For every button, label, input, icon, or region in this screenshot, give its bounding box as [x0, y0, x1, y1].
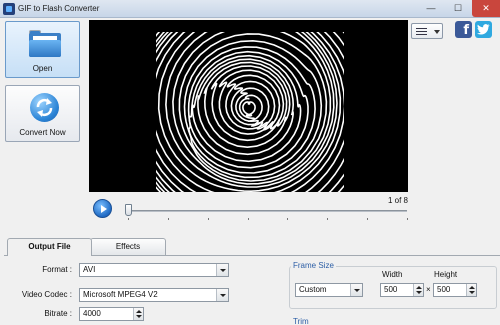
folder-icon [29, 30, 61, 57]
slider-tick [248, 218, 249, 220]
maximize-button[interactable]: ☐ [445, 0, 471, 17]
format-label: Format : [42, 265, 72, 274]
slider-tick [367, 218, 368, 220]
stepper-arrows-icon[interactable] [466, 284, 476, 296]
bitrate-label: Bitrate : [44, 309, 72, 318]
tab-effects[interactable]: Effects [90, 238, 166, 255]
frame-size-preset-select[interactable]: Custom [295, 283, 363, 297]
play-button[interactable] [93, 199, 112, 218]
minimize-button[interactable]: — [418, 0, 444, 17]
open-button-label: Open [32, 64, 53, 73]
trim-title: Trim [291, 317, 311, 325]
twitter-icon[interactable] [475, 21, 492, 38]
chevron-down-icon [434, 30, 440, 34]
chevron-down-icon [216, 264, 228, 276]
height-value: 500 [437, 285, 451, 294]
slider-tick [168, 218, 169, 220]
close-button[interactable]: ✕ [472, 0, 500, 17]
frame-size-title: Frame Size [291, 261, 336, 270]
chevron-down-icon [216, 289, 228, 301]
list-view-icon [416, 28, 427, 36]
spiral-animation-frame [156, 32, 344, 192]
title-bar: GIF to Flash Converter — ☐ ✕ [0, 0, 500, 18]
stepper-arrows-icon[interactable] [413, 284, 423, 296]
convert-now-button[interactable]: Convert Now [5, 85, 80, 142]
height-label: Height [434, 270, 458, 279]
video-codec-select[interactable]: Microsoft MPEG4 V2 [79, 288, 229, 302]
spiral-ring [157, 32, 338, 192]
gif-preview [89, 20, 408, 192]
slider-tick [287, 218, 288, 220]
open-button[interactable]: Open [5, 21, 80, 78]
tab-output-file[interactable]: Output File [7, 238, 92, 256]
facebook-icon[interactable]: f [455, 21, 472, 38]
stepper-arrows-icon[interactable] [133, 308, 143, 320]
frame-slider-track[interactable] [128, 210, 407, 212]
window-title: GIF to Flash Converter [18, 4, 100, 13]
chevron-down-icon [350, 284, 362, 296]
bitrate-stepper[interactable]: 4000 [79, 307, 144, 321]
convert-now-label: Convert Now [19, 128, 66, 137]
format-select[interactable]: AVI [79, 263, 229, 277]
spiral-ring [191, 54, 302, 163]
format-value: AVI [83, 265, 96, 274]
app-icon [3, 3, 15, 15]
view-menu-dropdown[interactable] [411, 23, 443, 39]
spiral-ring [242, 101, 256, 117]
frame-size-preset-value: Custom [299, 285, 327, 294]
width-value: 500 [384, 285, 398, 294]
video-codec-value: Microsoft MPEG4 V2 [83, 290, 158, 299]
height-stepper[interactable]: 500 [433, 283, 477, 297]
width-stepper[interactable]: 500 [380, 283, 424, 297]
slider-tick [407, 218, 408, 220]
frame-counter: 1 of 8 [387, 196, 408, 205]
slider-tick [128, 218, 129, 220]
times-symbol: × [426, 285, 431, 294]
frame-slider-thumb[interactable] [125, 204, 132, 216]
spiral-ring [188, 50, 309, 169]
refresh-icon [30, 93, 59, 122]
video-codec-label: Video Codec : [21, 290, 72, 299]
width-label: Width [382, 270, 403, 279]
bitrate-value: 4000 [83, 309, 101, 318]
slider-tick [208, 218, 209, 220]
slider-tick [327, 218, 328, 220]
